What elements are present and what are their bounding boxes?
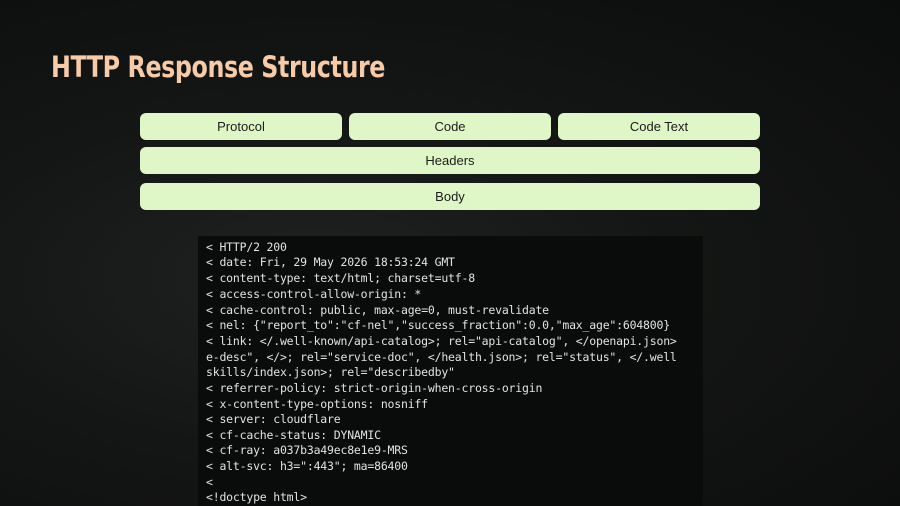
headers-box: Headers (140, 147, 760, 174)
terminal-line: <!doctype html> (206, 490, 307, 504)
slide-title: HTTP Response Structure (51, 50, 386, 84)
terminal-line: < cf-ray: a037b3a49ec8e1e9-MRS (206, 443, 408, 457)
terminal-line: < date: Fri, 29 May 2026 18:53:24 GMT (206, 255, 455, 269)
terminal-line: < access-control-allow-origin: * (206, 287, 422, 301)
terminal-line: skills/index.json>; rel="describedby" (206, 365, 455, 379)
terminal-line: < x-content-type-options: nosniff (206, 397, 428, 411)
terminal-output: < HTTP/2 200 < date: Fri, 29 May 2026 18… (198, 236, 703, 506)
terminal-line: < alt-svc: h3=":443"; ma=86400 (206, 459, 408, 473)
terminal-line: e-desc", </>; rel="service-doc", </healt… (206, 350, 677, 364)
terminal-line: < server: cloudflare (206, 412, 341, 426)
protocol-box: Protocol (140, 113, 342, 140)
terminal-line: < HTTP/2 200 (206, 240, 287, 254)
code-box: Code (349, 113, 551, 140)
code-label: Code (434, 119, 466, 134)
terminal-line: < referrer-policy: strict-origin-when-cr… (206, 381, 543, 395)
body-box: Body (140, 183, 760, 210)
headers-label: Headers (425, 153, 475, 168)
body-label: Body (435, 189, 465, 204)
terminal-line: < cache-control: public, max-age=0, must… (206, 303, 549, 317)
terminal-line: < content-type: text/html; charset=utf-8 (206, 271, 475, 285)
terminal-line: < (206, 475, 213, 489)
code-text-label: Code Text (629, 119, 689, 134)
terminal-line: < cf-cache-status: DYNAMIC (206, 428, 381, 442)
terminal-line: < link: </.well-known/api-catalog>; rel=… (206, 334, 677, 348)
protocol-label: Protocol (217, 119, 265, 134)
terminal-line: < nel: {"report_to":"cf-nel","success_fr… (206, 318, 670, 332)
code-text-box: Code Text (558, 113, 760, 140)
